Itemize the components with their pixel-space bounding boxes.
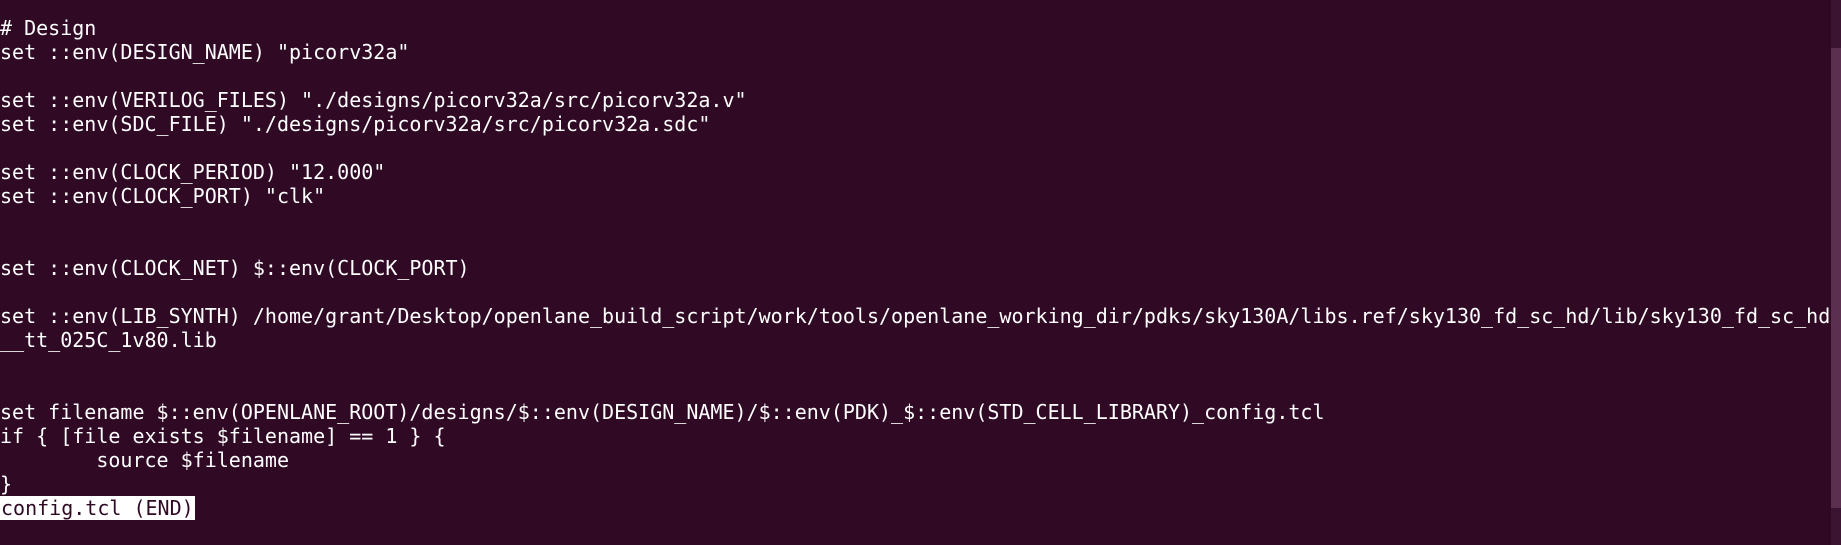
- terminal-window[interactable]: # Design set ::env(DESIGN_NAME) "picorv3…: [0, 0, 1841, 545]
- code-line: if { [file exists $filename] == 1 } {: [0, 424, 446, 448]
- code-line: __tt_025C_1v80.lib: [0, 328, 217, 352]
- code-line: set ::env(CLOCK_PORT) "clk": [0, 184, 326, 208]
- scrollbar-thumb[interactable]: [1831, 48, 1841, 508]
- code-line: set filename $::env(OPENLANE_ROOT)/desig…: [0, 400, 1325, 424]
- pager-status-label: config.tcl (END): [0, 496, 195, 520]
- code-line: source $filename: [0, 448, 289, 472]
- code-line: }: [0, 472, 13, 496]
- pager-status-line: config.tcl (END): [0, 496, 1841, 520]
- code-line: set ::env(CLOCK_NET) $::env(CLOCK_PORT): [0, 256, 470, 280]
- code-line: set ::env(DESIGN_NAME) "picorv32a": [0, 40, 410, 64]
- code-line: # Design: [0, 16, 97, 40]
- code-line: set ::env(VERILOG_FILES) "./designs/pico…: [0, 88, 747, 112]
- code-line: set ::env(LIB_SYNTH) /home/grant/Desktop…: [0, 304, 1831, 328]
- code-line: set ::env(SDC_FILE) "./designs/picorv32a…: [0, 112, 711, 136]
- code-line: set ::env(CLOCK_PERIOD) "12.000": [0, 160, 386, 184]
- scrollbar-track[interactable]: [1831, 0, 1841, 545]
